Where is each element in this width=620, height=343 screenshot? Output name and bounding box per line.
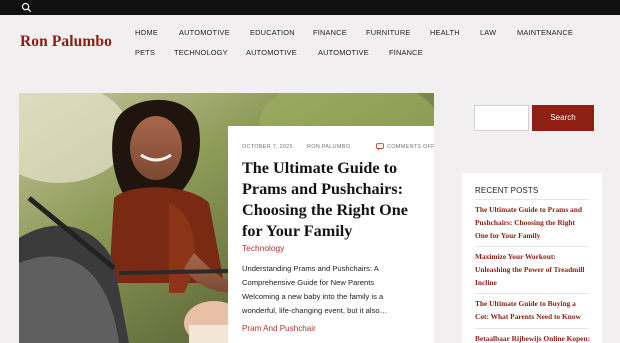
post-excerpt-line: wonderful, life-changing event, but it a… [242, 306, 388, 315]
nav-item-automotive-3[interactable]: Automotive [318, 48, 369, 57]
post-excerpt-line: Comprehensive Guide for New Parents [242, 278, 375, 287]
post-category[interactable]: Technology [242, 243, 284, 253]
nav-item-automotive-2[interactable]: Automotive [246, 48, 297, 57]
sidebar-search-input[interactable] [474, 105, 529, 131]
recent-post-link[interactable]: Maximize Your Workout: Unleashing the Po… [475, 251, 595, 289]
post-tag[interactable]: Pram And Pushchair [242, 324, 316, 333]
divider [475, 246, 589, 247]
nav-item-automotive[interactable]: Automotive [179, 28, 230, 37]
nav-item-pets[interactable]: Pets [135, 48, 155, 57]
post-title[interactable]: The Ultimate Guide to Prams and Pushchai… [242, 158, 422, 242]
nav-item-maintenance[interactable]: Maintenance [517, 28, 573, 37]
recent-post-link[interactable]: Betaalbaar Rijbewijs Online Kopen: [475, 333, 595, 343]
recent-post-link[interactable]: The Ultimate Guide to Buying a Cot: What… [475, 298, 595, 324]
nav-item-law[interactable]: Law [480, 28, 496, 37]
recent-post-line: One for Your Family [475, 230, 541, 240]
recent-post-line: Incline [475, 277, 497, 287]
recent-post-line: Betaalbaar Rijbewijs Online Kopen: [475, 334, 591, 343]
comment-icon [376, 143, 384, 151]
search-button[interactable]: Search [532, 105, 594, 131]
divider [475, 199, 589, 200]
nav-item-health[interactable]: Health [430, 28, 460, 37]
post-author[interactable]: Ron Palumbo [307, 144, 350, 150]
site-title[interactable]: Ron Palumbo [20, 33, 112, 51]
recent-post-line: Pushchairs: Choosing the Right [475, 217, 575, 227]
recent-post-line: The Ultimate Guide to Prams and [475, 205, 582, 214]
post-excerpt-line: Welcoming a new baby into the family is … [242, 292, 384, 301]
post-title-line: Prams and Pushchairs: [242, 180, 403, 198]
recent-posts-heading: Recent Posts [475, 186, 539, 195]
divider [475, 328, 589, 329]
recent-posts-widget: Recent Posts The Ultimate Guide to Prams… [462, 173, 602, 343]
divider [475, 293, 589, 294]
search-icon[interactable] [21, 2, 32, 13]
nav-item-home[interactable]: Home [135, 28, 158, 37]
top-bar [0, 0, 620, 15]
post-title-line: The Ultimate Guide to [242, 159, 398, 177]
post-meta: October 7, 2025 Ron Palumbo Comments Off [242, 143, 435, 153]
nav-item-technology[interactable]: Technology [174, 48, 228, 57]
post-date[interactable]: October 7, 2025 [242, 144, 293, 150]
post-title-line: Choosing the Right One [242, 201, 408, 219]
recent-post-line: Maximize Your Workout: [475, 252, 556, 261]
nav-item-finance[interactable]: Finance [313, 28, 347, 37]
recent-post-line: Unleashing the Power of Treadmill [475, 264, 585, 274]
post-excerpt-line: Understanding Prams and Pushchairs: A [242, 264, 379, 273]
post-comments: Comments Off [387, 144, 435, 150]
post-title-line: for Your Family [242, 222, 353, 240]
nav-item-finance-2[interactable]: Finance [389, 48, 423, 57]
nav-item-furniture[interactable]: Furniture [366, 28, 411, 37]
nav-item-education[interactable]: Education [250, 28, 295, 37]
recent-post-line: The Ultimate Guide to Buying a [475, 299, 576, 308]
recent-post-line: Cot: What Parents Need to Know [475, 311, 581, 321]
recent-post-link[interactable]: The Ultimate Guide to Prams and Pushchai… [475, 204, 595, 242]
